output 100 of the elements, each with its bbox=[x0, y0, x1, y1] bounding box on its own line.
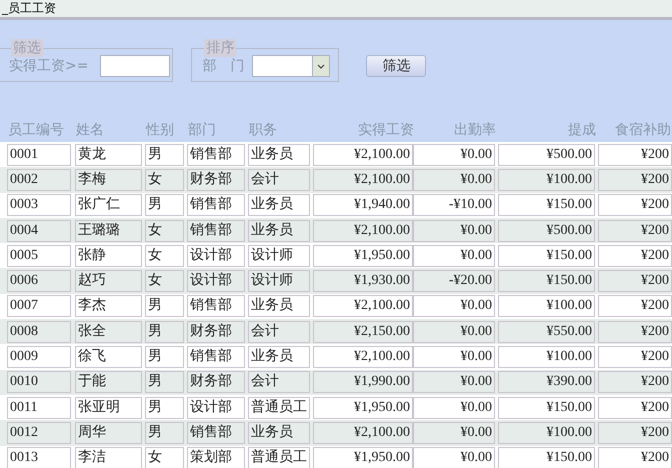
column-header: 部门 bbox=[188, 120, 217, 138]
table-cell: 0006 bbox=[7, 270, 71, 292]
table-cell: ¥0.00 bbox=[413, 346, 495, 368]
table-cell: ¥100.00 bbox=[498, 422, 595, 444]
table-cell: ¥200 bbox=[598, 168, 672, 191]
table-cell: 会计 bbox=[248, 320, 310, 343]
table-cell: ¥200 bbox=[598, 346, 672, 368]
table-cell: ¥1,930.00 bbox=[313, 270, 413, 292]
table-cell: 张亚明 bbox=[75, 396, 142, 419]
table-cell: 男 bbox=[145, 346, 184, 368]
table-cell: 销售部 bbox=[187, 144, 245, 166]
table-cell: 销售部 bbox=[187, 295, 245, 318]
table-cell: -¥20.00 bbox=[413, 270, 495, 292]
table-cell: ¥550.00 bbox=[498, 320, 595, 343]
table-cell: 业务员 bbox=[248, 346, 310, 368]
table-cell: ¥0.00 bbox=[413, 371, 495, 394]
table-cell: 设计师 bbox=[248, 244, 310, 267]
column-header: 性别 bbox=[146, 120, 175, 138]
table-cell: 0005 bbox=[7, 244, 71, 267]
table-cell: 销售部 bbox=[187, 194, 245, 216]
column-header: 出勤率 bbox=[453, 120, 496, 138]
field-label: 部 门 bbox=[202, 57, 244, 75]
column-header: 提成 bbox=[567, 120, 596, 138]
table-cell: 0012 bbox=[7, 422, 71, 444]
table-cell: ¥100.00 bbox=[498, 295, 595, 318]
filter-button[interactable]: 筛选 bbox=[366, 55, 426, 77]
window-title: _员工工资 bbox=[2, 0, 56, 17]
table-cell: 财务部 bbox=[187, 168, 245, 191]
table-cell: ¥0.00 bbox=[413, 422, 495, 444]
column-header: 姓名 bbox=[76, 120, 105, 138]
table-cell: ¥200 bbox=[598, 144, 672, 166]
table-cell: 0003 bbox=[7, 194, 71, 216]
table-cell: ¥1,990.00 bbox=[313, 371, 413, 394]
table-cell: ¥200 bbox=[598, 447, 672, 468]
table-cell: -¥10.00 bbox=[413, 194, 495, 216]
table-cell: ¥0.00 bbox=[413, 447, 495, 468]
table-cell: 设计部 bbox=[187, 396, 245, 419]
table-cell: 0013 bbox=[7, 447, 71, 468]
table-cell: 销售部 bbox=[187, 346, 245, 368]
table-cell: ¥0.00 bbox=[413, 168, 495, 191]
table-cell: ¥2,100.00 bbox=[313, 295, 413, 318]
input-field[interactable] bbox=[100, 55, 170, 77]
group-legend: 排序 bbox=[204, 39, 236, 57]
table-cell: ¥200 bbox=[598, 371, 672, 394]
table-cell: 男 bbox=[145, 396, 184, 419]
table-cell: ¥1,940.00 bbox=[313, 194, 413, 216]
table-cell: 男 bbox=[145, 144, 184, 166]
table-cell: ¥390.00 bbox=[498, 371, 595, 394]
table-cell: ¥100.00 bbox=[498, 168, 595, 191]
table-cell: 女 bbox=[145, 220, 184, 242]
table-cell: 业务员 bbox=[248, 295, 310, 318]
table-cell: 王璐璐 bbox=[75, 220, 142, 242]
table-cell: 张静 bbox=[75, 244, 142, 267]
caret-icon bbox=[312, 56, 330, 76]
table-cell: 策划部 bbox=[187, 447, 245, 468]
column-header: 实得工资 bbox=[357, 120, 414, 138]
table-cell: 0010 bbox=[7, 371, 71, 394]
table-cell: 财务部 bbox=[187, 371, 245, 394]
table-cell: 李杰 bbox=[75, 295, 142, 318]
table-cell: 普通员工 bbox=[248, 396, 310, 419]
table-cell: ¥0.00 bbox=[413, 295, 495, 318]
table-cell: 0004 bbox=[7, 220, 71, 242]
table-cell: 销售部 bbox=[187, 422, 245, 444]
column-header: 员工编号 bbox=[8, 120, 65, 138]
table-cell: 男 bbox=[145, 320, 184, 343]
table-cell: 男 bbox=[145, 422, 184, 444]
table-cell: ¥2,100.00 bbox=[313, 220, 413, 242]
table-cell: ¥200 bbox=[598, 396, 672, 419]
table-cell: ¥0.00 bbox=[413, 144, 495, 166]
table-cell: ¥100.00 bbox=[498, 346, 595, 368]
table-cell: ¥200 bbox=[598, 194, 672, 216]
table-cell: ¥150.00 bbox=[498, 270, 595, 292]
table-cell: 李洁 bbox=[75, 447, 142, 468]
table-cell: ¥0.00 bbox=[413, 220, 495, 242]
table-cell: 销售部 bbox=[187, 220, 245, 242]
table-cell: 0009 bbox=[7, 346, 71, 368]
table-cell: ¥150.00 bbox=[498, 244, 595, 267]
table-cell: ¥2,100.00 bbox=[313, 144, 413, 166]
table-cell: ¥0.00 bbox=[413, 244, 495, 267]
table-cell: 0001 bbox=[7, 144, 71, 166]
table-cell: 张广仁 bbox=[75, 194, 142, 216]
table-cell: 男 bbox=[145, 194, 184, 216]
table-cell: 会计 bbox=[248, 168, 310, 191]
table-cell: ¥2,150.00 bbox=[313, 320, 413, 343]
table-cell: 李梅 bbox=[75, 168, 142, 191]
table-cell: ¥200 bbox=[598, 270, 672, 292]
table-cell: 男 bbox=[145, 371, 184, 394]
table-cell: ¥200 bbox=[598, 244, 672, 267]
table-cell: 0008 bbox=[7, 320, 71, 343]
table-cell: 业务员 bbox=[248, 220, 310, 242]
table-cell: 会计 bbox=[248, 371, 310, 394]
table-cell: 业务员 bbox=[248, 194, 310, 216]
table-cell: 普通员工 bbox=[248, 447, 310, 468]
table-cell: ¥500.00 bbox=[498, 144, 595, 166]
table-cell: ¥0.00 bbox=[413, 396, 495, 419]
table-cell: ¥150.00 bbox=[498, 447, 595, 468]
table-cell: 设计部 bbox=[187, 244, 245, 267]
department-dropdown[interactable] bbox=[252, 55, 330, 77]
table-cell: 女 bbox=[145, 270, 184, 292]
table-cell: ¥2,100.00 bbox=[313, 422, 413, 444]
